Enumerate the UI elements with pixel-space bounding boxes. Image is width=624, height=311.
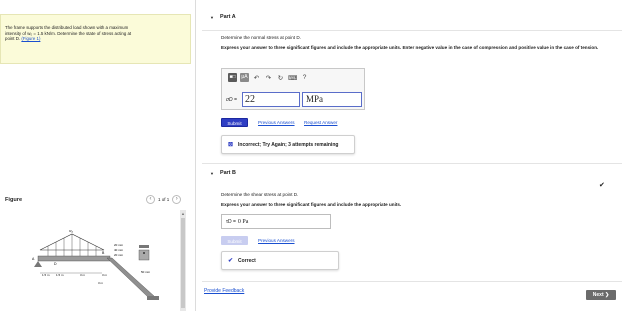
part-b-question: Determine the shear stress at point D.	[221, 192, 299, 197]
caret-down-icon: ▼	[210, 14, 214, 20]
chevron-right-icon[interactable]: ›	[172, 195, 182, 204]
chevron-left-icon[interactable]: ‹	[146, 195, 155, 204]
dim-20mm-b: 20 mm	[114, 253, 124, 257]
dim-1-5m-a: 1.5 m	[42, 273, 50, 277]
part-a-title: Part A	[219, 14, 236, 20]
part-b-previous-answers-link[interactable]: Previous Answers	[258, 238, 295, 243]
dim-20mm-a: 20 mm	[114, 243, 124, 247]
part-a-submit-button[interactable]: Submit	[221, 118, 248, 127]
label-point-d: D	[54, 262, 57, 266]
correct-check-icon: ✔	[228, 258, 234, 264]
keyboard-icon[interactable]: ⌨	[288, 74, 297, 82]
scroll-up-icon[interactable]: ▲	[181, 211, 185, 216]
dim-40mm: 40 mm	[114, 248, 124, 252]
problem-statement: The frame supports the distributed load …	[0, 14, 191, 64]
column-divider	[195, 0, 196, 311]
tau-d-label: τD =	[226, 218, 236, 225]
figure-pager-text: 1 of 1	[158, 197, 170, 202]
figure-scrollbar-thumb[interactable]	[181, 218, 185, 308]
problem-line-3: point D. (Figure 1)	[5, 36, 186, 42]
part-b-answer-box: τD = 0 Pa	[221, 214, 331, 229]
part-a-instructions: Express your answer to three significant…	[221, 45, 599, 50]
undo-icon[interactable]: ↶	[252, 74, 261, 82]
part-a-feedback: ⊠ Incorrect; Try Again; 3 attempts remai…	[221, 135, 355, 154]
part-b-submit-button: Submit	[221, 236, 248, 245]
problem-point-text: point D.	[5, 36, 21, 42]
label-point-a: A	[32, 257, 35, 261]
part-a-request-answer-link[interactable]: Request Answer	[304, 120, 337, 125]
part-b-value: 0 Pa	[237, 218, 249, 225]
part-a-unit-input[interactable]: MPa	[302, 92, 362, 107]
part-a-answer-box: ■□ μA ↶ ↷ ↻ ⌨ ? σD = 22 MPa	[221, 68, 365, 110]
label-w0: w₀	[69, 228, 74, 233]
part-a-feedback-text: Incorrect; Try Again; 3 attempts remaini…	[238, 141, 339, 148]
part-b-feedback: ✔ Correct	[221, 251, 339, 270]
label-point-b: B	[102, 251, 105, 255]
symbols-button[interactable]: μA	[240, 73, 249, 82]
divider-line	[202, 30, 622, 31]
template-button[interactable]: ■□	[228, 73, 237, 82]
caret-down-icon: ▼	[210, 170, 214, 176]
sigma-d-label: σD =	[226, 97, 237, 103]
dim-3m-c: 3 m	[98, 281, 104, 285]
dim-3m-b: 3 m	[102, 273, 108, 277]
figure-pager: ‹ 1 of 1 ›	[146, 195, 182, 204]
dim-3m-a: 3 m	[80, 273, 86, 277]
provide-feedback-link[interactable]: Provide Feedback	[204, 288, 244, 294]
incorrect-icon: ⊠	[228, 142, 234, 148]
next-button[interactable]: Next ❯	[586, 290, 616, 300]
dim-50mm: 50 mm	[141, 270, 151, 274]
math-toolbar: ■□ μA ↶ ↷ ↻ ⌨ ?	[228, 73, 309, 82]
part-a-previous-answers-link[interactable]: Previous Answers	[258, 120, 295, 125]
reset-icon[interactable]: ↻	[276, 74, 285, 82]
part-b-feedback-text: Correct	[238, 257, 256, 264]
part-a-header[interactable]: ▼ Part A	[210, 14, 236, 20]
frame-figure: 20 mm 40 mm 20 mm 50 mm w₀ A D B 1.5 m 1…	[32, 228, 159, 300]
completed-check-icon: ✔	[599, 182, 605, 189]
dim-1-5m-b: 1.5 m	[56, 273, 64, 277]
figure-link[interactable]: (Figure 1)	[21, 36, 40, 41]
help-icon[interactable]: ?	[300, 74, 309, 81]
part-b-title: Part B	[219, 170, 236, 176]
part-b-instructions: Express your answer to three significant…	[221, 202, 402, 207]
figure-heading: Figure	[5, 197, 23, 203]
part-a-value-input[interactable]: 22	[242, 92, 300, 107]
divider-line	[202, 281, 622, 282]
redo-icon[interactable]: ↷	[264, 74, 273, 82]
part-a-question: Determine the normal stress at point D.	[221, 35, 301, 40]
part-b-header[interactable]: ▼ Part B	[210, 170, 236, 176]
divider-line	[202, 163, 622, 164]
